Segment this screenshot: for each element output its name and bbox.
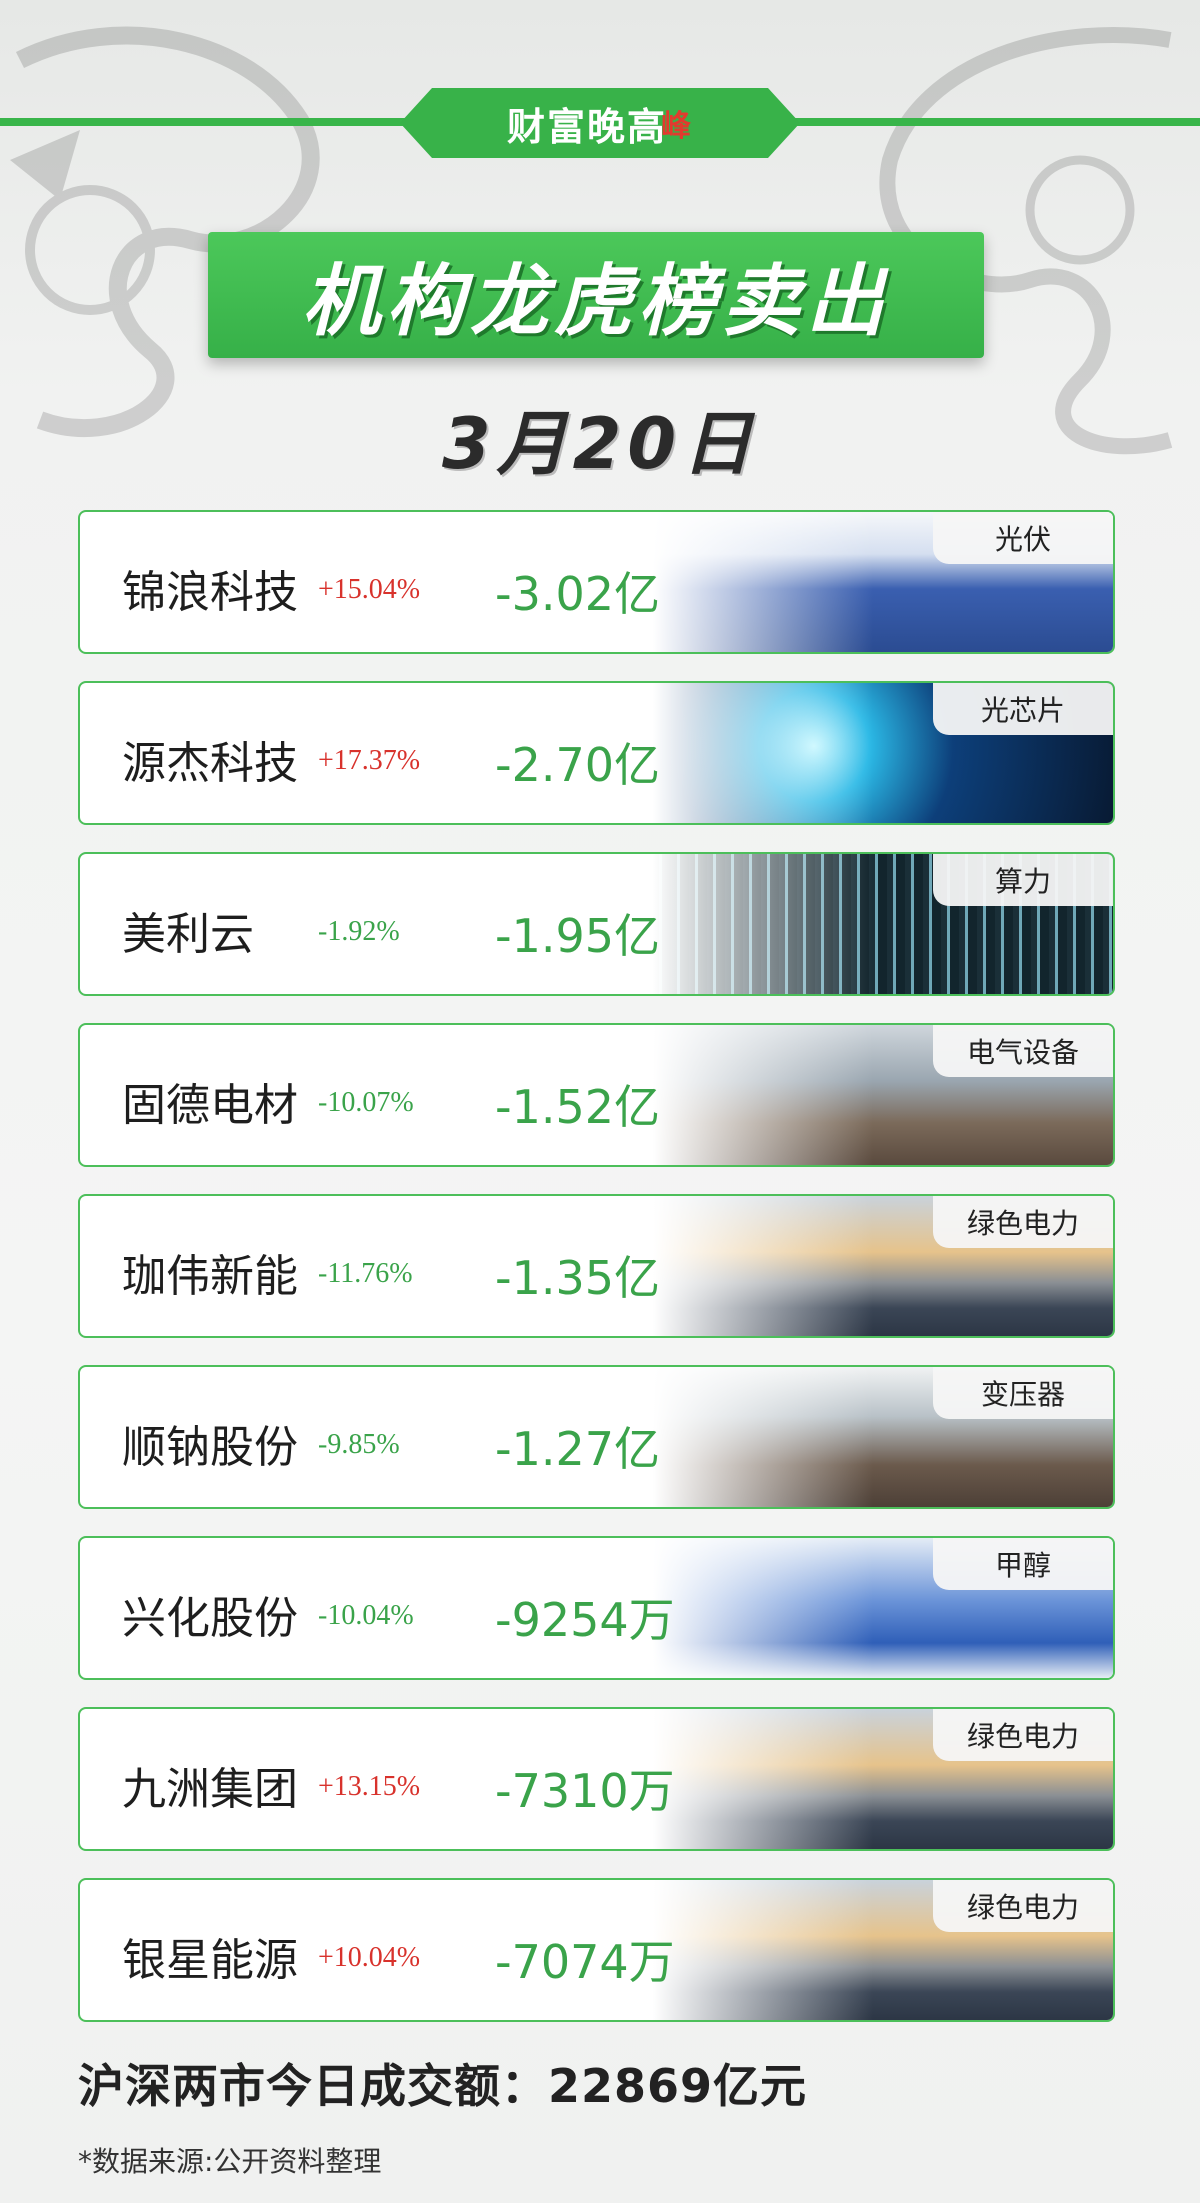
price-change: -10.07% xyxy=(318,1087,414,1118)
sector-tag: 变压器 xyxy=(933,1367,1113,1419)
price-change: +15.04% xyxy=(318,574,421,605)
list-item: 变压器顺钠股份 -9.85% -1.27亿 xyxy=(78,1365,1115,1509)
stock-name: 珈伟新能 xyxy=(122,1251,298,1302)
sector-tag: 甲醇 xyxy=(933,1538,1113,1590)
stock-name: 顺钠股份 xyxy=(122,1422,298,1473)
data-source-note: *数据来源:公开资料整理 xyxy=(78,2145,382,2178)
sector-tag: 光芯片 xyxy=(933,683,1113,735)
list-item: 光伏锦浪科技 +15.04% -3.02亿 xyxy=(78,510,1115,654)
stock-name: 九洲集团 xyxy=(122,1764,298,1815)
sell-amount: -1.27亿 xyxy=(495,1422,661,1476)
list-item: 绿色电力珈伟新能 -11.76% -1.35亿 xyxy=(78,1194,1115,1338)
report-date: 3月20日 xyxy=(441,403,759,485)
stock-name: 锦浪科技 xyxy=(122,567,298,618)
sell-amount: -1.52亿 xyxy=(495,1080,661,1134)
sector-tag: 绿色电力 xyxy=(933,1709,1113,1761)
stock-name: 兴化股份 xyxy=(122,1593,298,1644)
price-change: +13.15% xyxy=(318,1771,421,1802)
list-item: 电气设备固德电材 -10.07% -1.52亿 xyxy=(78,1023,1115,1167)
list-item: 绿色电力银星能源 +10.04% -7074万 xyxy=(78,1878,1115,2022)
list-item: 光芯片源杰科技 +17.37% -2.70亿 xyxy=(78,681,1115,825)
sell-amount: -7310万 xyxy=(495,1764,675,1818)
stock-name: 美利云 xyxy=(122,909,254,960)
sell-amount: -3.02亿 xyxy=(495,567,661,621)
sell-amount: -7074万 xyxy=(495,1935,675,1989)
stock-name: 源杰科技 xyxy=(122,738,298,789)
page-title-banner: 机构龙虎榜卖出 xyxy=(208,232,984,358)
sector-tag: 光伏 xyxy=(933,512,1113,564)
price-change: -9.85% xyxy=(318,1429,400,1460)
list-item: 绿色电力九洲集团 +13.15% -7310万 xyxy=(78,1707,1115,1851)
stock-list: 光伏锦浪科技 +15.04% -3.02亿光芯片源杰科技 +17.37% -2.70亿算… xyxy=(78,510,1115,2049)
sector-tag: 电气设备 xyxy=(933,1025,1113,1077)
sell-amount: -2.70亿 xyxy=(495,738,661,792)
price-change: -10.04% xyxy=(318,1600,414,1631)
price-change: +17.37% xyxy=(318,745,421,776)
sell-amount: -1.35亿 xyxy=(495,1251,661,1305)
stock-name: 固德电材 xyxy=(122,1080,298,1131)
list-item: 甲醇兴化股份 -10.04% -9254万 xyxy=(78,1536,1115,1680)
stock-name: 银星能源 xyxy=(122,1935,298,1986)
sector-tag: 绿色电力 xyxy=(933,1196,1113,1248)
sector-tag: 算力 xyxy=(933,854,1113,906)
brand-name: 财富晚高 xyxy=(506,104,667,149)
price-change: -1.92% xyxy=(318,916,400,947)
page-title: 机构龙虎榜卖出 xyxy=(301,257,890,347)
brand-logo: 财富晚高 峰 xyxy=(400,88,800,158)
price-change: +10.04% xyxy=(318,1942,421,1973)
sell-amount: -9254万 xyxy=(495,1593,675,1647)
sector-tag: 绿色电力 xyxy=(933,1880,1113,1932)
list-item: 算力美利云 -1.92% -1.95亿 xyxy=(78,852,1115,996)
sell-amount: -1.95亿 xyxy=(495,909,661,963)
market-turnover: 沪深两市今日成交额：22869亿元 xyxy=(78,2059,808,2113)
brand-mark: 峰 xyxy=(661,109,693,144)
price-change: -11.76% xyxy=(318,1258,413,1289)
